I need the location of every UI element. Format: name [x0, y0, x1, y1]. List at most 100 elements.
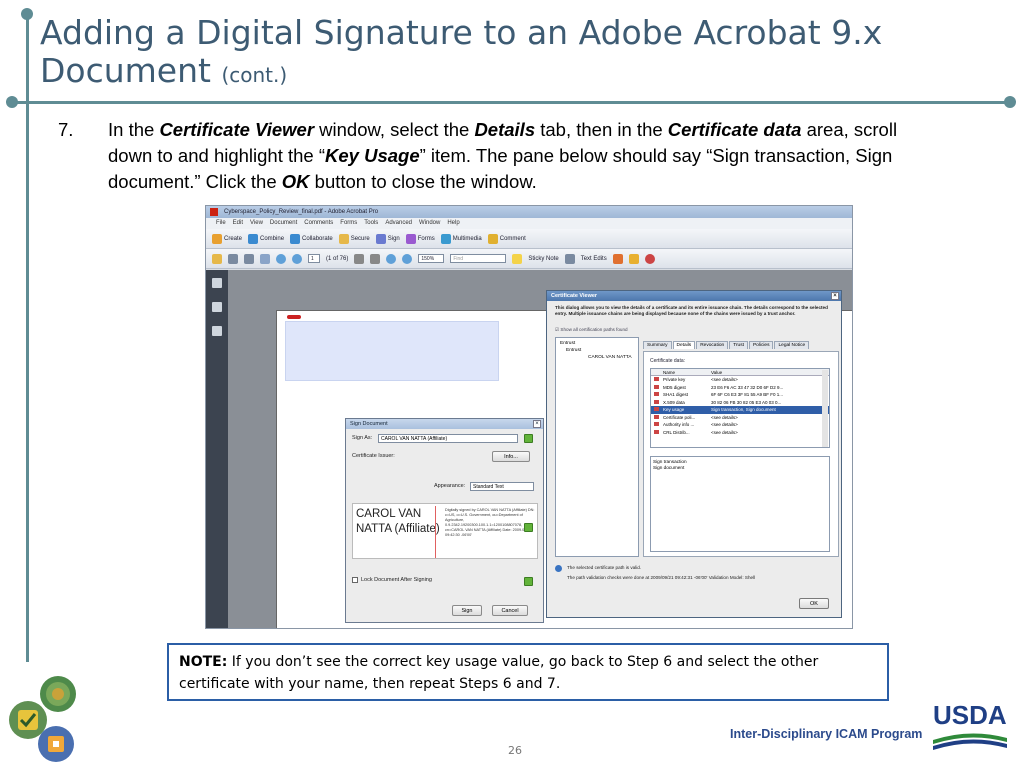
task-button-icon — [212, 233, 222, 244]
sign-as-select[interactable]: CAROL VAN NATTA (Affiliate) — [378, 434, 518, 443]
cancel-button[interactable]: Cancel — [492, 605, 528, 616]
field-icon — [654, 414, 659, 419]
row-name: MD5 digest — [663, 384, 686, 390]
pages-icon[interactable] — [212, 278, 222, 288]
zoom-select[interactable]: 150% — [418, 254, 445, 263]
menu-item[interactable]: Document — [270, 220, 297, 226]
step-emphasis-key-usage: Key Usage — [325, 145, 420, 166]
certificate-data-table[interactable]: Name Value Private key <see details> MD5 d… — [650, 368, 830, 448]
tab-summary[interactable]: Summary — [643, 341, 672, 349]
next-page-icon[interactable] — [292, 253, 302, 264]
sticky-note-label[interactable]: Sticky Note — [528, 256, 558, 262]
save-icon[interactable] — [244, 253, 254, 264]
appearance-help-icon[interactable] — [524, 523, 533, 532]
menu-item[interactable]: Tools — [364, 220, 378, 226]
row-name: Private key — [663, 377, 686, 382]
lock-help-icon[interactable] — [524, 577, 533, 586]
bookmarks-icon[interactable] — [212, 302, 222, 312]
ok-button[interactable]: OK — [799, 598, 829, 609]
table-row[interactable]: Authority info ... <see details> — [651, 421, 829, 429]
tab-legal-notice[interactable]: Legal Notice — [774, 341, 810, 349]
task-button[interactable]: Multimedia — [440, 233, 482, 244]
step-text-part: button to close the window. — [309, 171, 537, 192]
acrobat-menubar: File Edit View Document Comments Forms Tools Ad… — [206, 218, 852, 229]
table-scrollbar[interactable] — [822, 370, 828, 447]
info-icon — [555, 565, 562, 572]
table-row[interactable]: Certificate poli... <see details> — [651, 414, 829, 422]
menu-item[interactable]: Help — [447, 220, 459, 226]
hand-tool-icon[interactable] — [370, 253, 381, 264]
zoom-out-icon[interactable] — [386, 253, 397, 264]
tree-node[interactable]: Entrust — [558, 340, 636, 347]
menu-item[interactable]: Window — [419, 220, 440, 226]
task-button[interactable]: Collaborate — [290, 233, 333, 244]
task-button[interactable]: Create — [212, 233, 242, 244]
print-icon[interactable] — [228, 253, 238, 264]
row-value: Sign transaction, Sign document — [711, 407, 776, 412]
task-button[interactable]: Secure — [338, 233, 370, 244]
signature-preview: CAROL VAN NATTA (Affiliate) Digitally si… — [352, 503, 538, 559]
text-edits-label[interactable]: Text Edits — [581, 256, 607, 262]
frame-vertical-line — [26, 12, 29, 662]
signature-field[interactable] — [285, 321, 499, 381]
email-icon[interactable] — [260, 253, 270, 264]
menu-item[interactable]: Edit — [233, 220, 243, 226]
close-icon[interactable]: × — [831, 292, 839, 300]
menu-item[interactable]: Forms — [340, 220, 357, 226]
sign-as-help-icon[interactable] — [524, 434, 533, 443]
task-button[interactable]: Combine — [248, 233, 284, 244]
find-field[interactable]: Find — [450, 254, 507, 263]
table-row[interactable]: CRL Distrib... <see details> — [651, 429, 829, 437]
previous-page-icon[interactable] — [276, 253, 286, 264]
highlight-icon[interactable] — [628, 253, 639, 264]
validation-status: The selected certificate path is valid. … — [567, 565, 835, 581]
signature-flag-icon — [287, 315, 301, 319]
row-value: <see details> — [711, 429, 738, 435]
select-tool-icon[interactable] — [354, 253, 365, 264]
cert-viewer-intro: This dialog allows you to view the detai… — [555, 305, 828, 316]
menu-item[interactable]: Advanced — [385, 220, 412, 226]
shape-icon[interactable] — [644, 253, 655, 264]
tab-trust[interactable]: Trust — [729, 341, 748, 349]
column-header-name[interactable]: Name — [663, 369, 711, 375]
table-row[interactable]: MD5 digest 23 E6 F6 AC 33 47 32 D0 6F D2 … — [651, 384, 829, 392]
sticky-note-icon[interactable] — [512, 253, 523, 264]
note-label: NOTE: — [179, 654, 228, 670]
show-all-paths-checkbox[interactable]: ☑ Show all certification paths found — [555, 327, 628, 333]
table-row[interactable]: SHA1 digest 6F 6F C6 E3 3F 81 55 A9 BF F0… — [651, 391, 829, 399]
task-button-label: Comment — [499, 235, 526, 242]
field-icon — [654, 429, 659, 434]
tree-node[interactable]: CAROL VAN NATTA — [558, 354, 636, 361]
table-row[interactable]: X.509 data 30 82 06 FB 30 82 05 E3 A0 03 … — [651, 399, 829, 407]
open-folder-icon[interactable] — [212, 253, 222, 264]
page-number-field[interactable]: 1 — [308, 254, 320, 263]
menu-item[interactable]: Comments — [304, 220, 333, 226]
stamp-icon[interactable] — [612, 253, 623, 264]
appearance-select[interactable]: Standard Text — [470, 482, 534, 491]
task-button[interactable]: Sign — [375, 233, 400, 244]
step-text: In the Certificate Viewer window, select… — [108, 117, 928, 195]
tree-node[interactable]: Entrust — [558, 347, 636, 354]
column-header-value[interactable]: Value — [711, 369, 829, 375]
acrobat-titlebar: Cyberspace_Policy_Review_final.pdf - Ado… — [206, 206, 852, 218]
tab-revocation[interactable]: Revocation — [696, 341, 729, 349]
info-button[interactable]: Info... — [492, 451, 530, 462]
certificate-chain-tree[interactable]: Entrust Entrust CAROL VAN NATTA — [555, 337, 639, 557]
step-number: 7. — [58, 119, 74, 140]
tab-policies[interactable]: Policies — [748, 341, 774, 349]
table-row[interactable]: Key usage Sign transaction, Sign document — [651, 406, 829, 414]
table-row[interactable]: Private key <see details> — [651, 376, 829, 384]
tab-details[interactable]: Details — [672, 341, 696, 349]
step-emphasis-details: Details — [474, 119, 536, 140]
lock-document-checkbox[interactable] — [352, 577, 358, 583]
menu-item[interactable]: File — [216, 220, 226, 226]
acrobat-app-icon — [210, 208, 218, 216]
task-button[interactable]: Forms — [405, 233, 435, 244]
menu-item[interactable]: View — [250, 220, 263, 226]
signatures-icon[interactable] — [212, 326, 222, 336]
text-edits-icon[interactable] — [564, 253, 575, 264]
close-icon[interactable]: × — [533, 420, 541, 428]
sign-button[interactable]: Sign — [452, 605, 482, 616]
zoom-in-icon[interactable] — [402, 253, 413, 264]
task-button[interactable]: Comment — [487, 233, 526, 244]
